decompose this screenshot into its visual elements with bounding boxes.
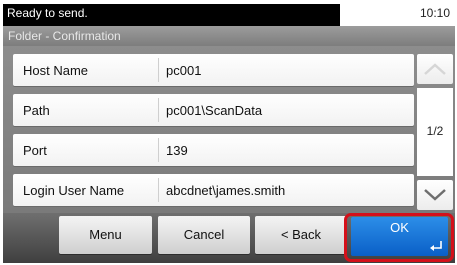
row-port[interactable]: Port 139 (13, 134, 414, 166)
confirmation-list: Host Name pc001 Path pc001\ScanData Port… (3, 46, 455, 213)
row-divider (158, 58, 159, 82)
enter-icon (430, 241, 442, 251)
row-host-name[interactable]: Host Name pc001 (13, 54, 414, 86)
clock: 10:10 (419, 6, 450, 20)
row-value: pc001 (166, 63, 202, 78)
row-value: abcdnet\james.smith (166, 183, 286, 198)
ok-button[interactable]: OK (351, 217, 448, 256)
row-label: Path (23, 103, 50, 118)
title-bar: Folder - Confirmation (3, 26, 455, 46)
row-label: Login User Name (23, 183, 125, 198)
scroll-down-button[interactable] (417, 180, 453, 210)
status-bar: Ready to send. 10:10 (0, 0, 457, 26)
row-divider (158, 98, 159, 122)
row-label: Port (23, 143, 47, 158)
back-button[interactable]: < Back (255, 216, 347, 254)
row-divider (158, 178, 159, 202)
status-message: Ready to send. (7, 6, 88, 20)
row-path[interactable]: Path pc001\ScanData (13, 94, 414, 126)
row-divider (158, 138, 159, 162)
chevron-down-icon (424, 189, 446, 201)
row-value: 139 (166, 143, 188, 158)
row-label: Host Name (23, 63, 89, 78)
ok-button-label: OK (390, 220, 409, 235)
panel-screen: Ready to send. 10:10 Folder - Confirmati… (0, 0, 457, 265)
scroll-column: 1/2 (417, 54, 453, 210)
scroll-up-button[interactable] (417, 54, 453, 84)
screen-title: Folder - Confirmation (8, 29, 121, 43)
row-value: pc001\ScanData (166, 103, 263, 118)
cancel-button[interactable]: Cancel (158, 216, 250, 254)
page-number: 1/2 (426, 124, 444, 138)
chevron-up-icon (424, 63, 446, 75)
page-indicator: 1/2 (417, 88, 453, 176)
button-bar: Menu Cancel < Back OK (3, 213, 455, 263)
menu-button[interactable]: Menu (59, 216, 152, 254)
row-login-user-name[interactable]: Login User Name abcdnet\james.smith (13, 174, 414, 206)
